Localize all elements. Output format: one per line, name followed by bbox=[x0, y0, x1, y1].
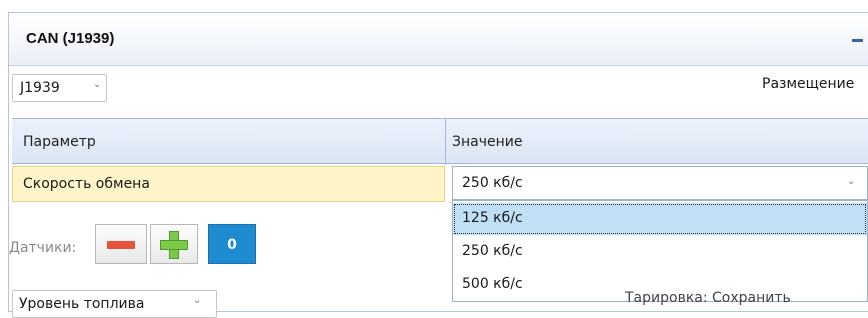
speed-dropdown: 125 кб/с 250 кб/с 500 кб/с bbox=[452, 200, 868, 302]
option-label: 125 кб/с bbox=[462, 210, 523, 226]
remove-sensor-button[interactable] bbox=[95, 224, 147, 264]
chevron-down-icon: ⌄ bbox=[847, 176, 856, 187]
speed-select-value: 250 кб/с bbox=[462, 175, 523, 191]
panel-title: CAN (J1939) bbox=[26, 30, 115, 47]
chevron-down-icon: ⌄ bbox=[193, 295, 202, 306]
chevron-down-icon: ⌄ bbox=[93, 79, 102, 90]
sensor-count-badge[interactable]: 0 bbox=[208, 224, 256, 264]
grid-header: Параметр Значение bbox=[12, 118, 868, 165]
dropdown-option[interactable]: 125 кб/с bbox=[453, 203, 867, 235]
level-select[interactable]: Уровень топлива ⌄ bbox=[12, 290, 217, 318]
protocol-select-value: J1939 bbox=[20, 80, 60, 96]
column-separator[interactable] bbox=[445, 119, 446, 165]
level-select-value: Уровень топлива bbox=[19, 296, 145, 312]
param-cell[interactable]: Скорость обмена bbox=[12, 166, 445, 202]
placement-label: Размещение bbox=[762, 76, 855, 92]
option-label: 250 кб/с bbox=[462, 243, 523, 259]
add-sensor-button[interactable] bbox=[150, 224, 198, 264]
plus-icon-center bbox=[170, 241, 178, 249]
protocol-select[interactable]: J1939 ⌄ bbox=[12, 74, 107, 102]
column-header-parameter[interactable]: Параметр bbox=[23, 134, 96, 150]
collapse-icon[interactable] bbox=[852, 39, 863, 42]
calibration-text: Тарировка: Сохранить bbox=[625, 290, 791, 306]
column-header-value[interactable]: Значение bbox=[452, 134, 522, 150]
panel-header: CAN (J1939) bbox=[9, 13, 868, 66]
minus-icon bbox=[107, 241, 135, 249]
speed-select[interactable]: 250 кб/с ⌄ bbox=[452, 166, 868, 200]
param-name: Скорость обмена bbox=[23, 176, 150, 192]
sensors-label: Датчики: bbox=[9, 240, 77, 256]
option-label: 500 кб/с bbox=[462, 276, 523, 292]
dropdown-option[interactable]: 250 кб/с bbox=[453, 236, 867, 268]
